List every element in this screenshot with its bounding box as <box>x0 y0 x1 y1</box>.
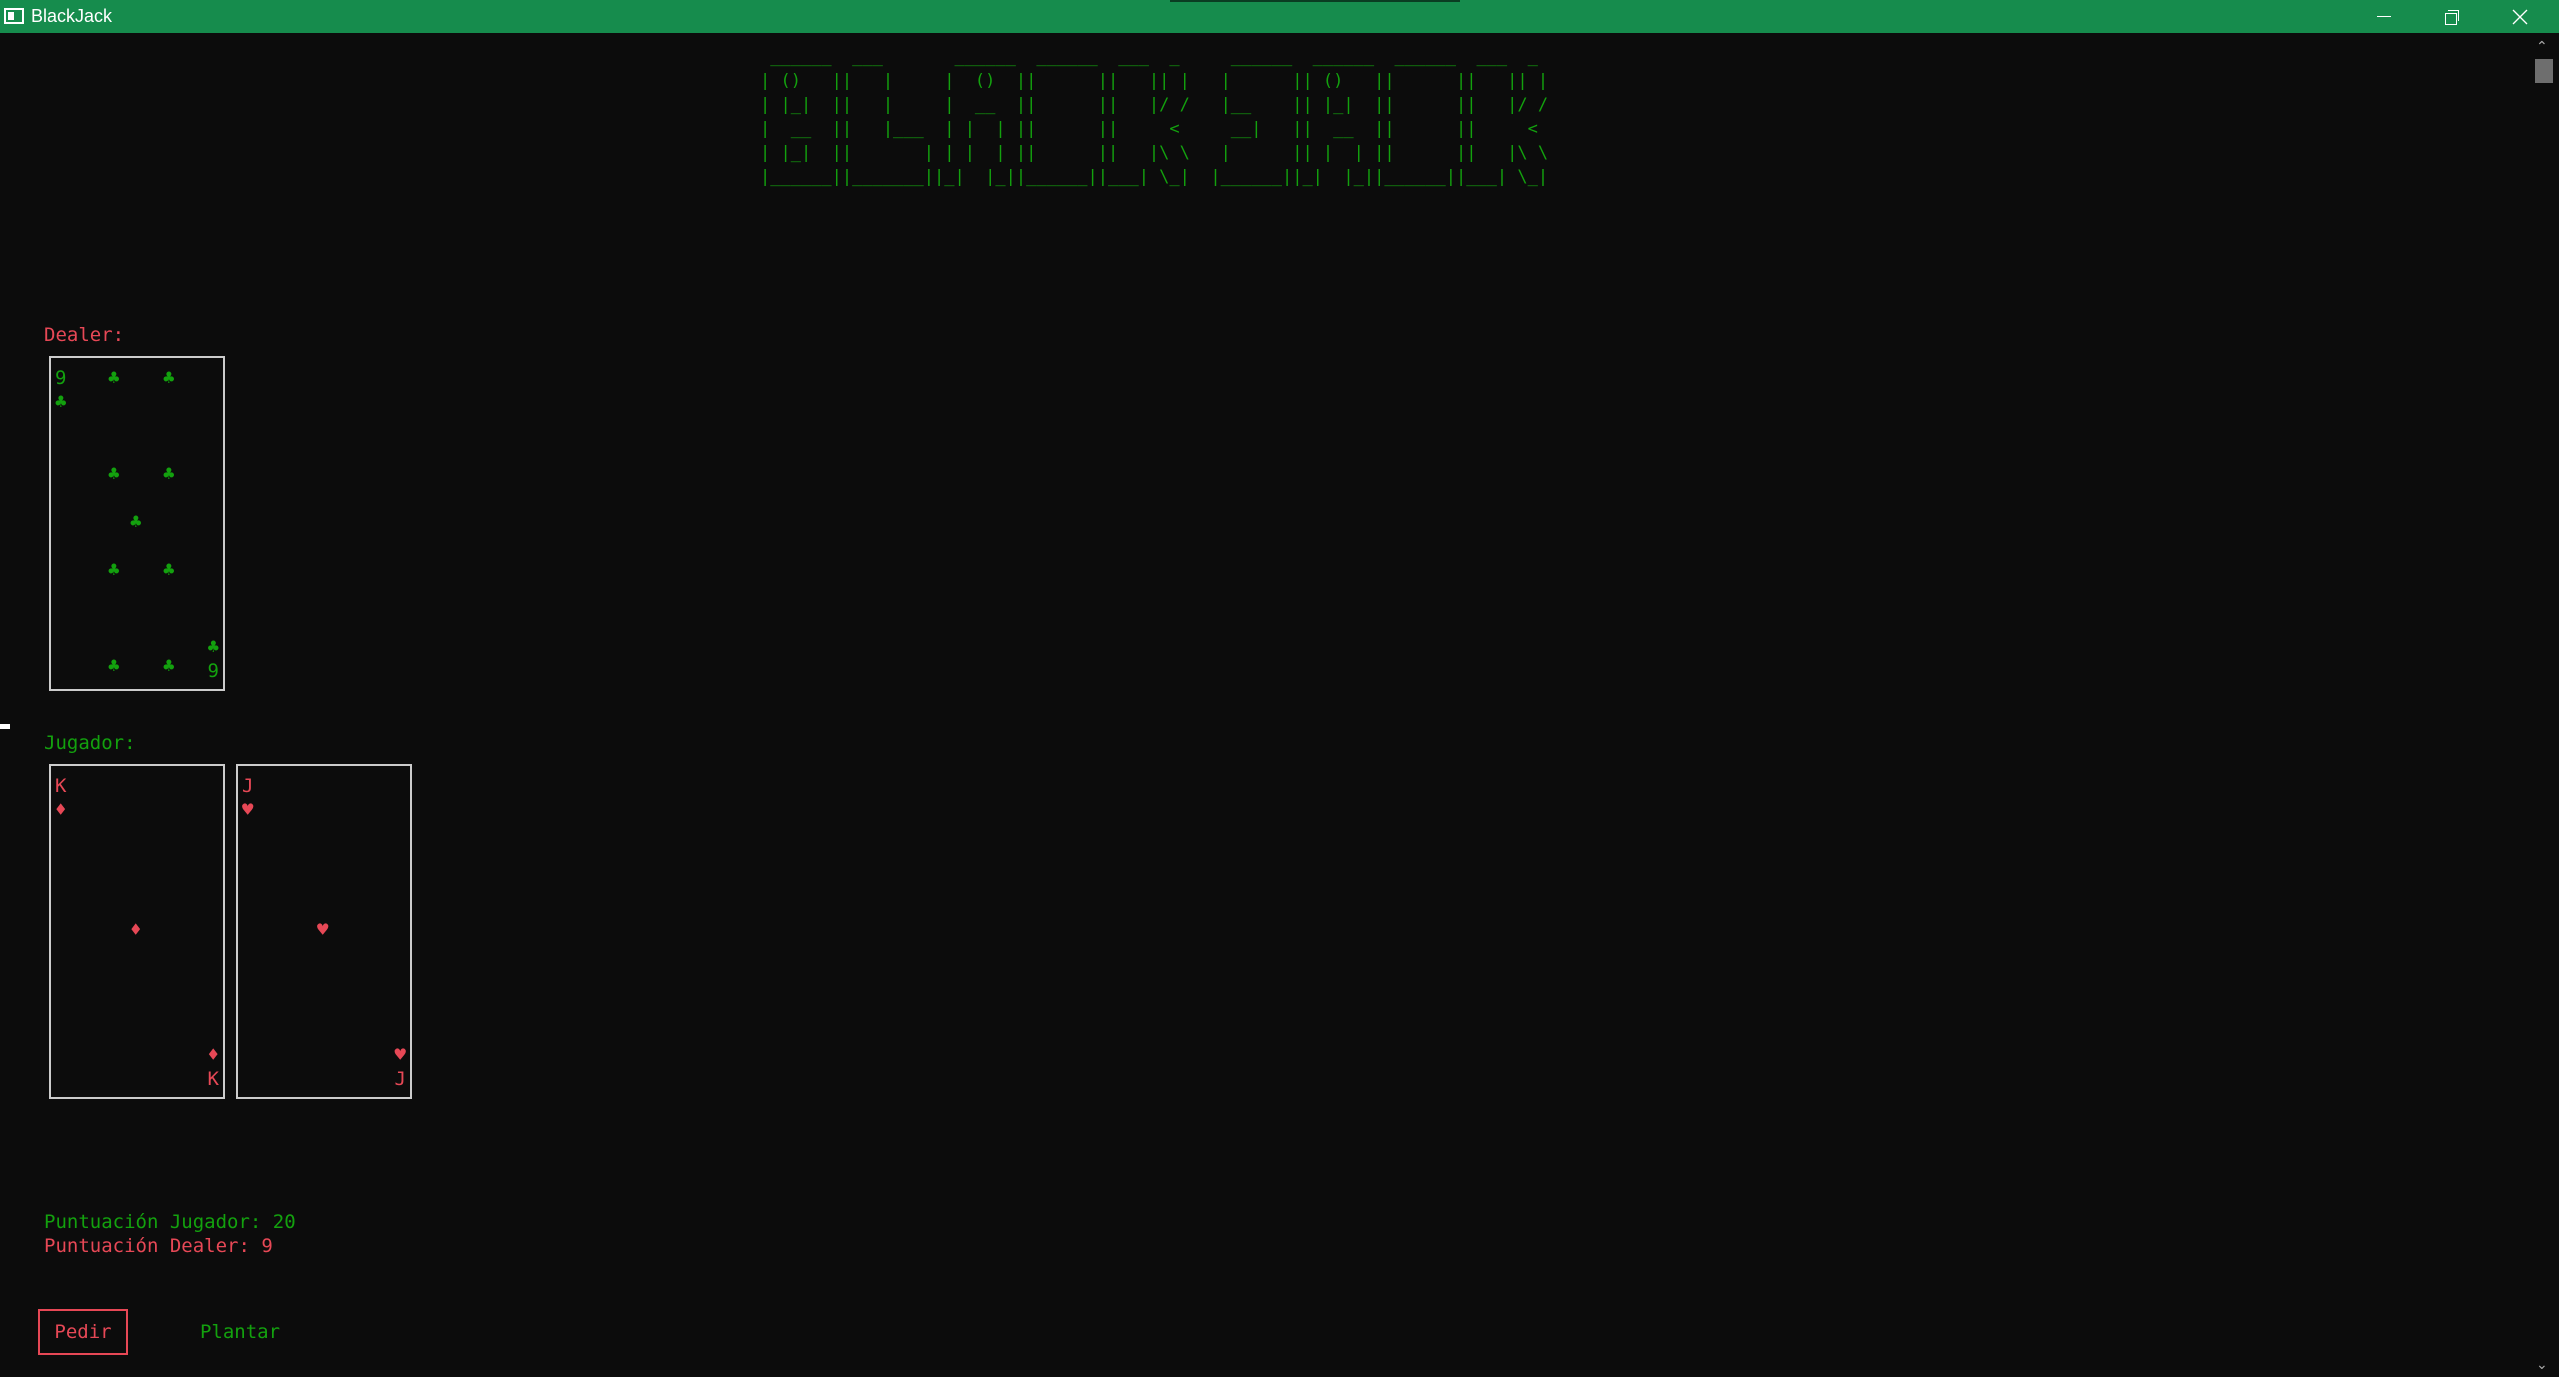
card-rank: 9 <box>207 660 219 682</box>
club-icon: ♣ <box>163 559 175 581</box>
club-icon: ♣ <box>207 636 219 658</box>
heart-icon: ♥ <box>394 1044 406 1066</box>
console-app-icon <box>4 8 24 24</box>
scroll-down-arrow-icon[interactable]: ⌄ <box>2536 1357 2548 1373</box>
scroll-up-arrow-icon[interactable]: ⌃ <box>2536 39 2548 55</box>
diamond-icon: ♦ <box>130 919 142 941</box>
hit-button[interactable]: Pedir <box>38 1309 128 1355</box>
player-card-1: K ♦ ♦ ♦ K <box>49 764 225 1099</box>
console-cursor <box>0 724 10 729</box>
stand-button[interactable]: Plantar <box>185 1309 295 1355</box>
title-bar-drag-indicator <box>1170 0 1460 2</box>
player-label: Jugador: <box>44 732 136 754</box>
club-icon: ♣ <box>130 511 142 533</box>
club-icon: ♣ <box>108 559 120 581</box>
player-card-2: J ♥ ♥ ♥ J <box>236 764 412 1099</box>
vertical-scrollbar[interactable]: ⌃ ⌄ <box>2530 33 2559 1377</box>
minimize-icon <box>2377 16 2391 17</box>
restore-button[interactable] <box>2418 0 2486 33</box>
minimize-button[interactable] <box>2350 0 2418 33</box>
dealer-label: Dealer: <box>44 324 125 346</box>
dealer-card-1: 9 ♣ ♣ ♣ ♣ ♣ ♣ ♣ ♣ ♣ ♣ ♣ 9 <box>49 356 225 691</box>
club-icon: ♣ <box>163 463 175 485</box>
club-icon: ♣ <box>163 655 175 677</box>
heart-icon: ♥ <box>242 799 254 821</box>
console-output: ______ ___ ______ ______ ___ _ ______ __… <box>0 33 2530 1377</box>
heart-icon: ♥ <box>317 919 329 941</box>
player-score: Puntuación Jugador: 20 <box>44 1211 296 1233</box>
card-rank: J <box>394 1068 406 1090</box>
window-title: BlackJack <box>31 6 113 26</box>
card-rank: 9 <box>55 367 67 389</box>
close-button[interactable] <box>2486 0 2554 33</box>
scrollbar-thumb[interactable] <box>2535 59 2553 83</box>
title-bar[interactable]: BlackJack <box>0 0 2559 33</box>
card-rank: J <box>242 775 254 797</box>
club-icon: ♣ <box>108 367 120 389</box>
club-icon: ♣ <box>163 367 175 389</box>
card-rank: K <box>55 775 67 797</box>
club-icon: ♣ <box>55 391 67 413</box>
club-icon: ♣ <box>108 463 120 485</box>
blackjack-ascii-banner: ______ ___ ______ ______ ___ _ ______ __… <box>760 47 1549 187</box>
dealer-score: Puntuación Dealer: 9 <box>44 1235 273 1257</box>
restore-icon <box>2445 9 2459 25</box>
diamond-icon: ♦ <box>207 1044 219 1066</box>
diamond-icon: ♦ <box>55 799 67 821</box>
card-rank: K <box>207 1068 219 1090</box>
close-icon <box>2512 9 2528 24</box>
club-icon: ♣ <box>108 655 120 677</box>
console-window: BlackJack ______ ___ ______ ______ ___ _… <box>0 0 2559 1377</box>
